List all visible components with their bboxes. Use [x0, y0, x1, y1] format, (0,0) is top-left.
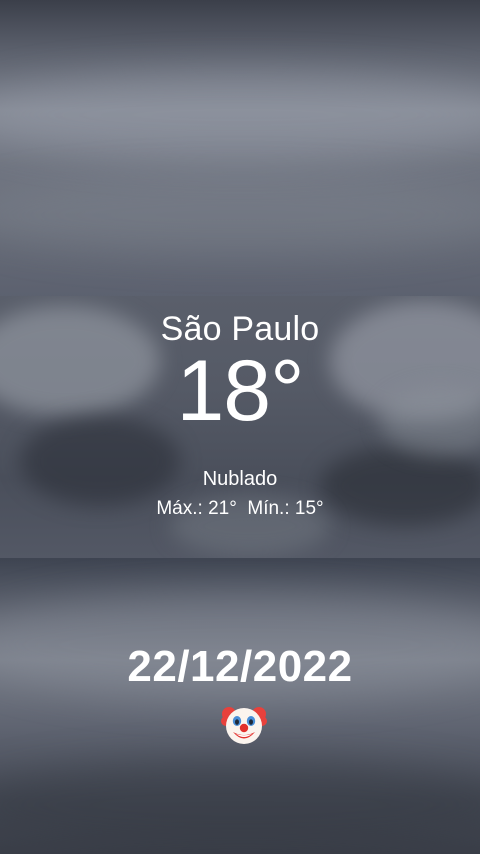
current-temperature: 18° — [176, 343, 304, 439]
date-caption: 22/12/2022 — [127, 642, 353, 691]
high-low-temperatures: Máx.: 21° Mín.: 15° — [156, 498, 324, 519]
blurred-background-haze — [0, 175, 480, 255]
clown-face-icon — [221, 707, 267, 744]
blurred-background-haze — [0, 70, 480, 160]
blurred-background-haze — [0, 760, 480, 850]
weather-condition: Nublado — [202, 468, 278, 490]
weather-widget: São Paulo 18° Nublado Máx.: 21° Mín.: 15… — [0, 296, 480, 558]
story-screen: São Paulo 18° Nublado Máx.: 21° Mín.: 15… — [0, 0, 480, 854]
